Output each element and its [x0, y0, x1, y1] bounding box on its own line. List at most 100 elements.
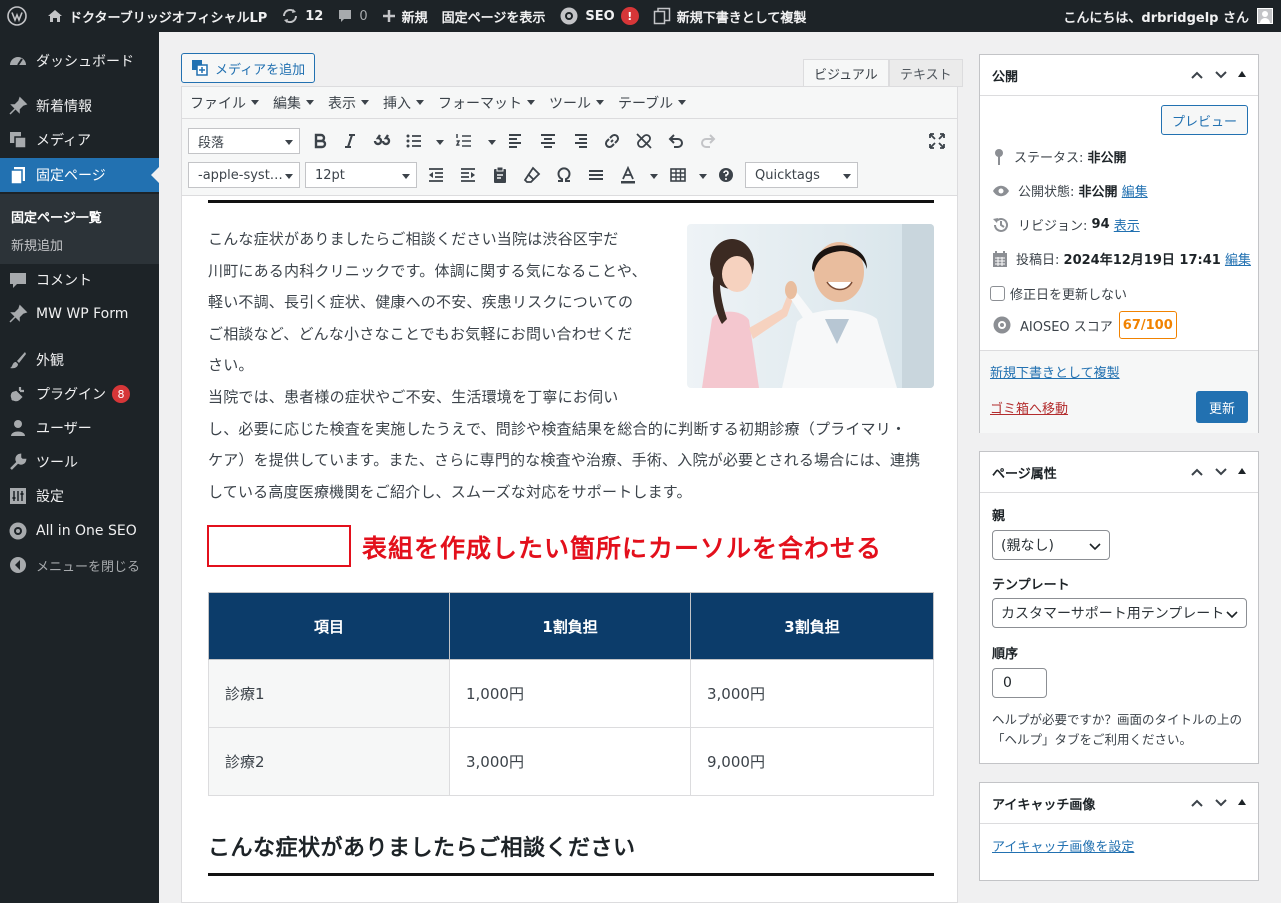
- insert-link-button[interactable]: [602, 131, 622, 151]
- undo-button[interactable]: [666, 131, 686, 151]
- publish-panel-header[interactable]: 公開: [980, 55, 1258, 96]
- new-content-link[interactable]: 新規: [375, 0, 435, 32]
- table-cell[interactable]: 1,000円: [449, 659, 691, 728]
- font-size-select[interactable]: 12pt: [305, 162, 417, 188]
- chevron-up-icon[interactable]: [1190, 68, 1204, 82]
- sidebar-item-settings[interactable]: 設定: [0, 479, 159, 513]
- aioseo-score-badge[interactable]: 67/100: [1118, 311, 1177, 339]
- toggle-panel-icon[interactable]: [1238, 799, 1246, 805]
- chevron-down-icon[interactable]: [488, 140, 496, 145]
- chevron-down-icon[interactable]: [436, 140, 444, 145]
- order-input[interactable]: 0: [992, 668, 1047, 698]
- text-color-button[interactable]: [618, 165, 638, 185]
- bold-button[interactable]: [310, 131, 330, 151]
- seo-menu[interactable]: SEO !: [552, 0, 645, 32]
- menu-format[interactable]: フォーマット: [438, 93, 535, 113]
- paragraph-intro[interactable]: こんな症状がありましたらご相談ください当院は渋谷区宇だ 川町にある内科クリニック…: [208, 224, 658, 382]
- updates-link[interactable]: 12: [274, 0, 330, 32]
- quicktags-select[interactable]: Quicktags: [745, 162, 858, 188]
- duplicate-draft-link[interactable]: 新規下書きとして複製: [990, 362, 1120, 381]
- sidebar-item-comments[interactable]: コメント: [0, 263, 159, 297]
- user-menu[interactable]: こんにちは、drbridgelp さん: [1056, 0, 1281, 32]
- sidebar-item-plugins[interactable]: プラグイン 8: [0, 377, 159, 411]
- keyboard-shortcuts-button[interactable]: [716, 165, 736, 185]
- paste-text-button[interactable]: [490, 165, 510, 185]
- submenu-all-pages[interactable]: 固定ページ一覧: [11, 207, 102, 226]
- format-select[interactable]: 段落: [188, 128, 300, 154]
- clear-format-button[interactable]: [522, 165, 542, 185]
- fullscreen-button[interactable]: [927, 131, 947, 151]
- sidebar-item-dashboard[interactable]: ダッシュボード: [0, 44, 159, 78]
- edit-visibility-link[interactable]: 編集: [1122, 181, 1148, 200]
- table-button[interactable]: [668, 165, 688, 185]
- indent-button[interactable]: [458, 165, 478, 185]
- numbered-list-button[interactable]: [454, 131, 474, 151]
- submenu-add-new[interactable]: 新規追加: [11, 235, 63, 254]
- duplicate-draft-link[interactable]: 新規下書きとして複製: [646, 0, 814, 32]
- site-name-link[interactable]: ドクターブリッジオフィシャルLP: [40, 0, 274, 32]
- chevron-down-icon[interactable]: [1214, 796, 1228, 810]
- italic-button[interactable]: [340, 131, 360, 151]
- paragraph-main[interactable]: 当院では、患者様の症状やご不安、生活環境を丁寧にお伺い し、必要に応じた検査を実…: [208, 382, 938, 508]
- chevron-down-icon[interactable]: [699, 174, 707, 179]
- chevron-down-icon[interactable]: [1214, 465, 1228, 479]
- table-cell[interactable]: 3,000円: [690, 659, 934, 728]
- add-media-button[interactable]: メディアを追加: [181, 53, 316, 83]
- menu-view[interactable]: 表示: [328, 93, 369, 113]
- set-featured-image-link[interactable]: アイキャッチ画像を設定: [992, 836, 1134, 855]
- table-cell[interactable]: 診療1: [208, 659, 450, 728]
- move-to-trash-link[interactable]: ゴミ箱へ移動: [990, 398, 1068, 417]
- toggle-panel-icon[interactable]: [1238, 71, 1246, 77]
- sidebar-item-media[interactable]: メディア: [0, 123, 159, 157]
- tab-visual[interactable]: ビジュアル: [803, 59, 889, 87]
- table-header-cell[interactable]: 1割負担: [449, 592, 691, 660]
- page-attributes-header[interactable]: ページ属性: [980, 452, 1258, 493]
- table-cell[interactable]: 3,000円: [449, 727, 691, 796]
- horizontal-line-button[interactable]: [586, 165, 606, 185]
- toggle-panel-icon[interactable]: [1238, 468, 1246, 474]
- sidebar-item-news[interactable]: 新着情報: [0, 89, 159, 123]
- table-cell[interactable]: 9,000円: [690, 727, 934, 796]
- price-table[interactable]: 項目 1割負担 3割負担 診療1 1,000円 3,000円 診療2 3,000…: [208, 592, 934, 796]
- align-left-button[interactable]: [506, 131, 526, 151]
- cursor-target-box[interactable]: [207, 525, 351, 567]
- parent-select[interactable]: (親なし): [992, 530, 1110, 560]
- sidebar-item-users[interactable]: ユーザー: [0, 411, 159, 445]
- template-select[interactable]: カスタマーサポート用テンプレート: [992, 598, 1247, 628]
- sidebar-item-pages[interactable]: 固定ページ: [0, 158, 159, 192]
- chevron-up-icon[interactable]: [1190, 796, 1204, 810]
- doctor-child-photo[interactable]: [687, 224, 934, 388]
- remove-link-button[interactable]: [634, 131, 654, 151]
- comments-link[interactable]: 0: [330, 0, 374, 32]
- featured-image-header[interactable]: アイキャッチ画像: [980, 783, 1258, 824]
- sidebar-item-aioseo[interactable]: All in One SEO: [0, 514, 159, 548]
- collapse-menu-button[interactable]: メニューを閉じる: [0, 548, 159, 582]
- sidebar-item-appearance[interactable]: 外観: [0, 343, 159, 377]
- outdent-button[interactable]: [426, 165, 446, 185]
- bullet-list-button[interactable]: [404, 131, 424, 151]
- sidebar-item-mw-wp-form[interactable]: MW WP Form: [0, 297, 159, 331]
- preview-button[interactable]: プレビュー: [1161, 105, 1248, 135]
- edit-date-link[interactable]: 編集: [1225, 249, 1251, 268]
- table-cell[interactable]: 診療2: [208, 727, 450, 796]
- redo-button[interactable]: [698, 131, 718, 151]
- table-header-cell[interactable]: 項目: [208, 592, 450, 660]
- menu-tools[interactable]: ツール: [549, 93, 604, 113]
- blockquote-button[interactable]: [372, 131, 392, 151]
- sidebar-item-tools[interactable]: ツール: [0, 445, 159, 479]
- no-update-date-checkbox[interactable]: [990, 286, 1005, 301]
- content-heading[interactable]: こんな症状がありましたらご相談ください: [208, 830, 636, 862]
- view-revisions-link[interactable]: 表示: [1114, 215, 1140, 234]
- chevron-down-icon[interactable]: [650, 174, 658, 179]
- view-page-link[interactable]: 固定ページを表示: [435, 0, 553, 32]
- align-right-button[interactable]: [570, 131, 590, 151]
- chevron-up-icon[interactable]: [1190, 465, 1204, 479]
- menu-file[interactable]: ファイル: [190, 93, 259, 113]
- align-center-button[interactable]: [538, 131, 558, 151]
- menu-edit[interactable]: 編集: [273, 93, 314, 113]
- update-button[interactable]: 更新: [1196, 391, 1248, 423]
- font-family-select[interactable]: -apple-syst…: [188, 162, 300, 188]
- wordpress-logo-button[interactable]: [0, 0, 40, 32]
- menu-insert[interactable]: 挿入: [383, 93, 424, 113]
- menu-table[interactable]: テーブル: [618, 93, 687, 113]
